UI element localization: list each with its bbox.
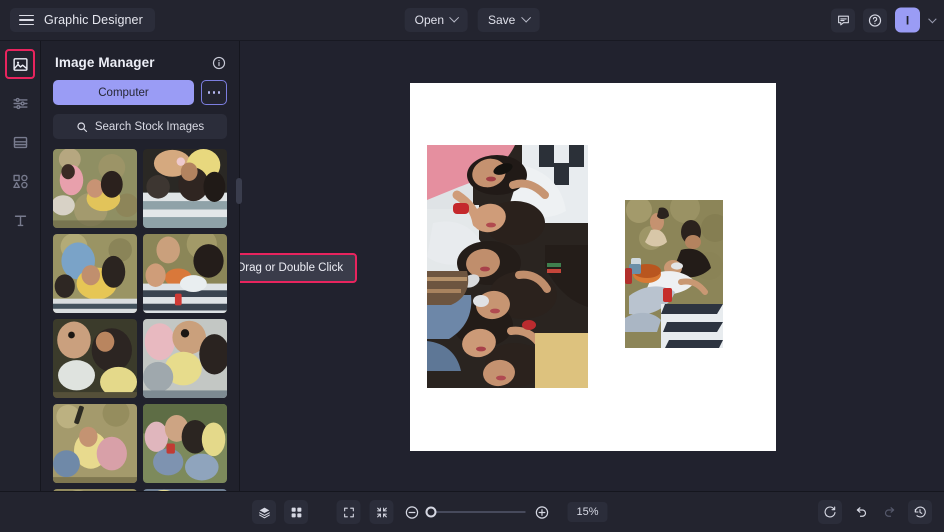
app-title: Graphic Designer: [44, 13, 143, 27]
app-menu-button[interactable]: Graphic Designer: [10, 8, 155, 32]
tool-rail: [0, 41, 41, 491]
search-icon: [77, 121, 87, 132]
shapes-icon: [12, 174, 28, 188]
list-item[interactable]: [143, 149, 227, 228]
photo-group-overhead: [427, 145, 588, 388]
more-options-button[interactable]: [201, 80, 227, 105]
zoom-controls: 15%: [336, 500, 608, 524]
list-item[interactable]: [143, 404, 227, 483]
zoom-fit-button[interactable]: [369, 500, 394, 524]
info-circle-icon[interactable]: [212, 56, 226, 70]
zoom-level-value[interactable]: 15%: [567, 502, 608, 522]
open-button[interactable]: Open: [404, 8, 468, 32]
undo-icon: [856, 506, 866, 517]
sidebar-item-shapes[interactable]: [5, 166, 35, 196]
help-circle-icon: [868, 13, 882, 27]
chevron-down-icon: [520, 12, 531, 23]
sliders-icon: [12, 97, 28, 109]
footer-right-actions: [818, 500, 932, 524]
avatar[interactable]: I: [895, 7, 920, 33]
help-button[interactable]: [863, 8, 887, 32]
artboard[interactable]: [410, 83, 776, 451]
app-root: Graphic Designer Open Save I Image Manag…: [0, 0, 944, 532]
undo-button[interactable]: [848, 500, 872, 524]
sidebar-item-layout[interactable]: [5, 127, 35, 157]
bottom-toolbar: 15%: [0, 491, 944, 532]
list-item[interactable]: [143, 319, 227, 398]
comment-button[interactable]: [831, 8, 855, 32]
dot-icon: [212, 91, 216, 94]
drag-hint-tooltip: Drag or Double Click: [240, 253, 358, 283]
dot-icon: [207, 91, 211, 94]
list-item[interactable]: [53, 319, 137, 398]
thumbnail-image: [143, 319, 227, 398]
history-button[interactable]: [908, 500, 932, 524]
image-icon: [12, 57, 28, 71]
list-item[interactable]: [143, 234, 227, 313]
zoom-in-button[interactable]: [534, 505, 549, 520]
app-body: Image Manager Computer Search Stock Imag…: [0, 41, 944, 491]
source-row: Computer: [41, 80, 239, 105]
save-label: Save: [488, 13, 516, 27]
list-item[interactable]: [53, 149, 137, 228]
list-item[interactable]: [53, 404, 137, 483]
file-actions: Open Save: [404, 8, 540, 32]
thumbnail-image: [53, 319, 137, 398]
top-header: Graphic Designer Open Save I: [0, 0, 944, 41]
layers-icon: [258, 507, 270, 518]
canvas-image-photo-group-overhead[interactable]: [427, 145, 588, 388]
list-item[interactable]: [53, 234, 137, 313]
panel-resize-handle[interactable]: [236, 178, 242, 204]
hamburger-icon[interactable]: [19, 14, 34, 26]
layers-button[interactable]: [252, 500, 276, 524]
reset-button[interactable]: [818, 500, 842, 524]
save-button[interactable]: Save: [478, 8, 540, 32]
computer-button[interactable]: Computer: [53, 80, 194, 105]
avatar-initial: I: [905, 13, 910, 27]
zoom-out-button[interactable]: [404, 505, 419, 520]
zoom-slider-handle[interactable]: [425, 506, 437, 518]
fit-screen-button[interactable]: [336, 500, 361, 524]
panel-title: Image Manager: [55, 55, 155, 70]
comment-icon: [837, 15, 849, 26]
dot-icon: [217, 91, 221, 94]
search-stock-images-button[interactable]: Search Stock Images: [53, 114, 227, 139]
chevron-down-icon: [449, 12, 460, 23]
thumbnail-image: [143, 404, 227, 483]
thumbnail-image: [53, 234, 137, 313]
thumbnail-image: [53, 149, 137, 228]
canvas-image-photo-picnic-blanket[interactable]: [625, 200, 723, 348]
chevron-down-icon[interactable]: [928, 14, 937, 23]
fit-screen-icon: [343, 507, 354, 517]
header-right-actions: I: [831, 7, 937, 33]
canvas-workspace[interactable]: Drag or Double Click: [240, 41, 944, 491]
footer-left-actions: [252, 500, 308, 524]
image-manager-panel: Image Manager Computer Search Stock Imag…: [41, 41, 242, 491]
open-label: Open: [414, 13, 444, 27]
reset-icon: [824, 506, 836, 518]
grid-view-button[interactable]: [284, 500, 308, 524]
zoom-fit-icon: [376, 507, 387, 517]
history-icon: [914, 506, 926, 518]
grid-icon: [291, 507, 301, 517]
redo-icon: [884, 506, 894, 517]
text-icon: [14, 215, 26, 226]
redo-button[interactable]: [878, 500, 902, 524]
sidebar-item-adjustments[interactable]: [5, 88, 35, 118]
panel-header: Image Manager: [41, 41, 239, 80]
thumbnail-grid: [41, 149, 239, 491]
thumbnail-image: [53, 404, 137, 483]
photo-picnic-blanket: [625, 200, 723, 348]
layout-icon: [13, 136, 27, 148]
sidebar-item-text[interactable]: [5, 205, 35, 235]
zoom-slider[interactable]: [425, 506, 526, 518]
sidebar-item-image-manager[interactable]: [5, 49, 35, 79]
search-label: Search Stock Images: [94, 120, 205, 133]
thumbnail-image: [143, 234, 227, 313]
thumbnail-image: [143, 149, 227, 228]
